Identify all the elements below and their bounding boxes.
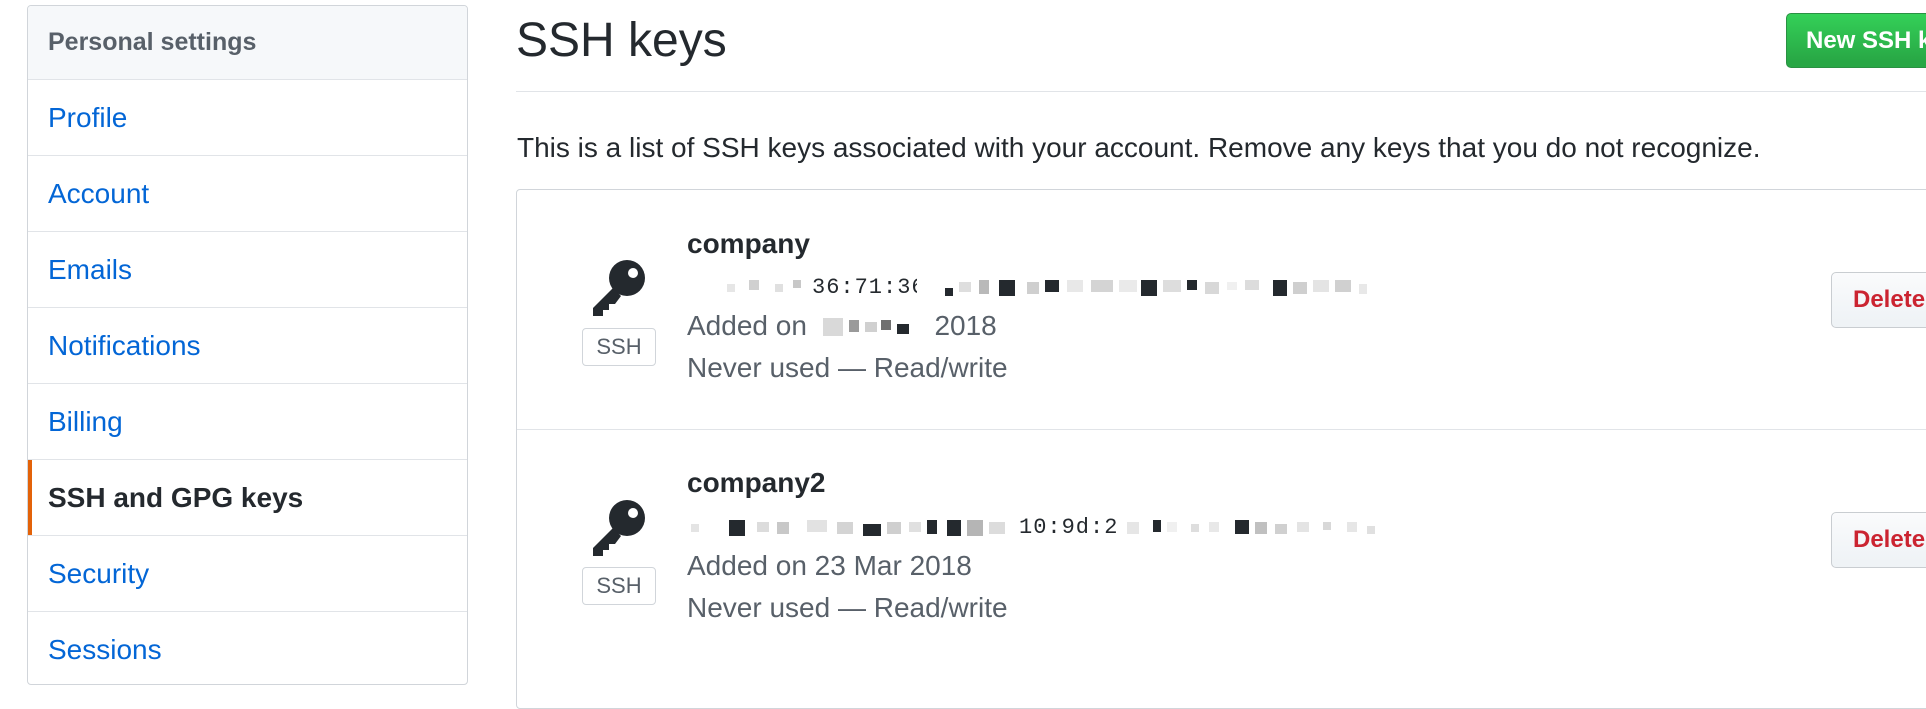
key-usage: Never used — Read/write (687, 352, 1008, 383)
added-label: Added on (687, 310, 807, 341)
added-year: 2018 (934, 310, 997, 341)
ssh-badge: SSH (582, 328, 656, 366)
key-fingerprint: 10:9d:2 (687, 516, 1377, 540)
ssh-keys-description: This is a list of SSH keys associated wi… (517, 132, 1761, 163)
delete-key-button[interactable]: Delete (1831, 272, 1926, 328)
sidebar-item-security[interactable]: Security (28, 536, 467, 612)
delete-key-button[interactable]: Delete (1831, 512, 1926, 568)
sidebar-item-profile[interactable]: Profile (28, 80, 467, 156)
key-title: company (687, 228, 810, 259)
ssh-badge: SSH (582, 567, 656, 605)
sidebar-item-sessions[interactable]: Sessions (28, 612, 467, 684)
key-fingerprint: 36:71:36 (687, 276, 1377, 300)
sidebar-item-account[interactable]: Account (28, 156, 467, 232)
sidebar-item-emails[interactable]: Emails (28, 232, 467, 308)
key-added-date: Added on 23 Mar 2018 (687, 550, 972, 581)
page-title: SSH keys (516, 14, 727, 67)
ssh-key-item: SSH company2 10:9d:2 Added on 23 Mar 201… (517, 430, 1926, 670)
title-divider (516, 91, 1926, 92)
sidebar-header: Personal settings (28, 6, 467, 80)
redaction-mask (822, 317, 909, 336)
sidebar-item-ssh-gpg-keys[interactable]: SSH and GPG keys (28, 460, 467, 536)
settings-sidebar: Personal settings Profile Account Emails… (27, 5, 468, 685)
key-title: company2 (687, 467, 826, 498)
key-usage: Never used — Read/write (687, 592, 1008, 623)
key-icon (593, 260, 645, 316)
sidebar-item-billing[interactable]: Billing (28, 384, 467, 460)
ssh-keys-list: SSH company 36:71:36 Added on 2018 Never… (516, 189, 1926, 709)
sidebar-item-notifications[interactable]: Notifications (28, 308, 467, 384)
key-added-date: Added on 2018 (687, 308, 997, 344)
new-ssh-key-button[interactable]: New SSH key (1786, 13, 1926, 68)
key-icon (593, 500, 645, 556)
redaction-mask (687, 276, 1377, 300)
redaction-mask (687, 516, 1377, 540)
ssh-key-item: SSH company 36:71:36 Added on 2018 Never… (517, 190, 1926, 430)
